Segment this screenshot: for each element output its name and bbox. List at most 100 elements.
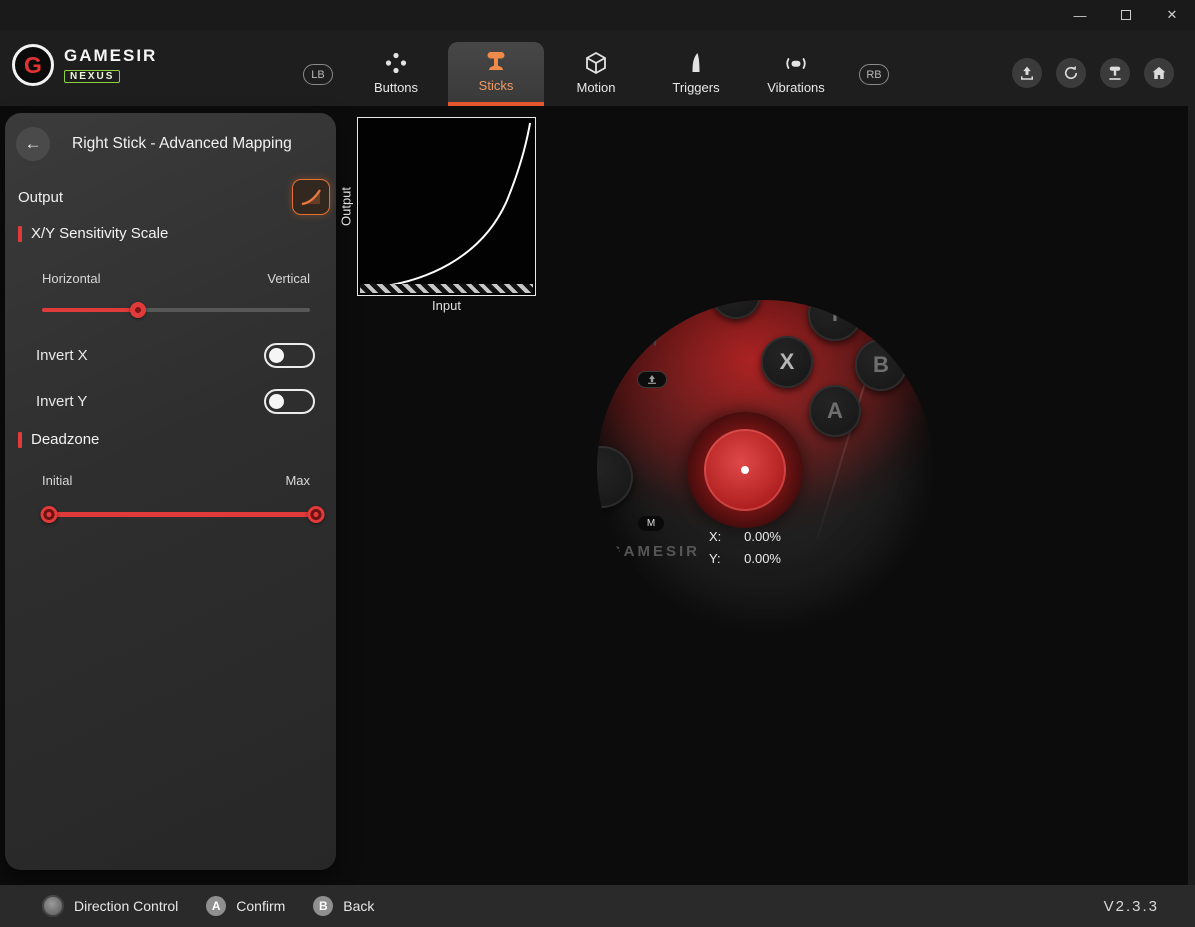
brand: G GAMESIR NEXUS [12,44,157,86]
vertical-label: Vertical [267,271,310,286]
share-icon [646,375,658,384]
x-readout-label: X: [709,529,729,544]
motion-icon [584,51,608,75]
invert-x-label: Invert X [36,347,88,364]
horizontal-label: Horizontal [42,271,101,286]
output-row: Output [18,177,330,217]
tab-label: Motion [576,80,615,95]
stick-test-button[interactable] [1100,58,1130,88]
controller-button-m: M [638,516,664,531]
back-button[interactable]: ← [16,127,50,161]
upload-icon [1018,64,1036,82]
brand-name: GAMESIR [64,46,157,66]
output-curve-button[interactable] [292,179,330,215]
direction-control-hint: Direction Control [42,895,178,917]
sensitivity-section-heading: X/Y Sensitivity Scale [18,225,168,242]
sensitivity-slider[interactable] [42,301,310,319]
tab-label: Sticks [479,78,514,93]
tab-motion[interactable]: Motion [548,42,644,106]
graph-x-axis-label: Input [357,298,536,313]
graph-y-axis-label: Output [336,117,356,296]
rb-badge: RB [859,64,889,85]
panel-title: Right Stick - Advanced Mapping [72,135,292,153]
sticks-icon [484,49,508,73]
tab-buttons[interactable]: Buttons [348,42,444,106]
tab-label: Triggers [672,80,719,95]
slider-handle[interactable] [130,302,146,318]
tab-vibrations[interactable]: Vibrations [748,42,844,106]
accent-bar [18,226,22,242]
stick-icon [42,895,64,917]
curve-icon [300,188,322,206]
controller-brand-text: GAMESIR [609,543,700,560]
deadzone-max-handle[interactable] [308,506,325,523]
confirm-label: Confirm [236,898,285,914]
maximize-button[interactable] [1103,0,1149,30]
invert-y-label: Invert Y [36,393,87,410]
right-stick [687,412,803,528]
app-window: — ✕ G GAMESIR NEXUS LB Butto [0,0,1195,927]
right-stick-cap [704,429,786,511]
controller-share-button [637,371,667,388]
toggle-knob [269,348,284,363]
tab-sticks[interactable]: Sticks [448,42,544,106]
gamesir-logo-icon: G [12,44,54,86]
invert-x-toggle[interactable] [264,343,315,368]
home-button[interactable] [1144,58,1174,88]
accent-bar [18,432,22,448]
confirm-hint: A Confirm [206,896,285,916]
minimize-button[interactable]: — [1057,0,1103,30]
panel-header: ← Right Stick - Advanced Mapping [16,127,322,161]
nav-tabs: Buttons Sticks Motion [348,42,844,106]
close-button[interactable]: ✕ [1149,0,1195,30]
invert-y-row: Invert Y [36,387,315,415]
x-readout-value: 0.00% [729,529,781,544]
controller-button-x: X [761,336,813,388]
initial-label: Initial [42,473,72,488]
deadzone-initial-handle[interactable] [41,506,58,523]
response-curve [358,118,535,295]
a-key-badge: A [206,896,226,916]
titlebar[interactable]: — ✕ [0,0,1195,30]
stick-test-icon [1106,64,1124,82]
firmware-upgrade-button[interactable] [1012,58,1042,88]
b-key-badge: B [313,896,333,916]
sensitivity-labels: Horizontal Vertical [42,271,310,286]
y-readout-value: 0.00% [729,551,781,566]
buttons-icon [384,51,408,75]
direction-control-label: Direction Control [74,898,178,914]
version-label: V2.3.3 [1104,898,1159,915]
toggle-knob [269,394,284,409]
max-label: Max [285,473,310,488]
reset-button[interactable] [1056,58,1086,88]
deadzone-hatch-strip [360,284,533,293]
stick-readout: X: 0.00% Y: 0.00% [709,525,781,569]
home-icon [1150,64,1168,82]
back-hint: B Back [313,896,374,916]
reset-icon [1062,64,1080,82]
response-curve-graph [357,117,536,296]
tab-label: Vibrations [767,80,825,95]
back-label: Back [343,898,374,914]
invert-x-row: Invert X [36,341,315,369]
slider-fill [49,512,316,517]
footer-hint-bar: Direction Control A Confirm B Back V2.3.… [0,885,1195,927]
controller-preview: Y X B A M GAMESIR X: 0.00% Y: 0.00% [597,300,933,636]
slider-fill [42,308,138,312]
output-label: Output [18,189,63,206]
scrollbar[interactable] [1188,106,1195,885]
header: G GAMESIR NEXUS LB Buttons [0,30,1195,106]
tab-triggers[interactable]: Triggers [648,42,744,106]
maximize-icon [1121,10,1131,20]
advanced-mapping-panel: ← Right Stick - Advanced Mapping Output … [5,113,336,870]
brand-subtitle: NEXUS [64,70,120,83]
stick-position-dot [741,466,749,474]
window-controls: — ✕ [1057,0,1195,30]
tab-label: Buttons [374,80,418,95]
vibrations-icon [784,51,808,75]
controller-button-a: A [809,385,861,437]
header-actions [1012,58,1174,88]
invert-y-toggle[interactable] [264,389,315,414]
deadzone-slider[interactable] [49,505,316,523]
triggers-icon [684,51,708,75]
